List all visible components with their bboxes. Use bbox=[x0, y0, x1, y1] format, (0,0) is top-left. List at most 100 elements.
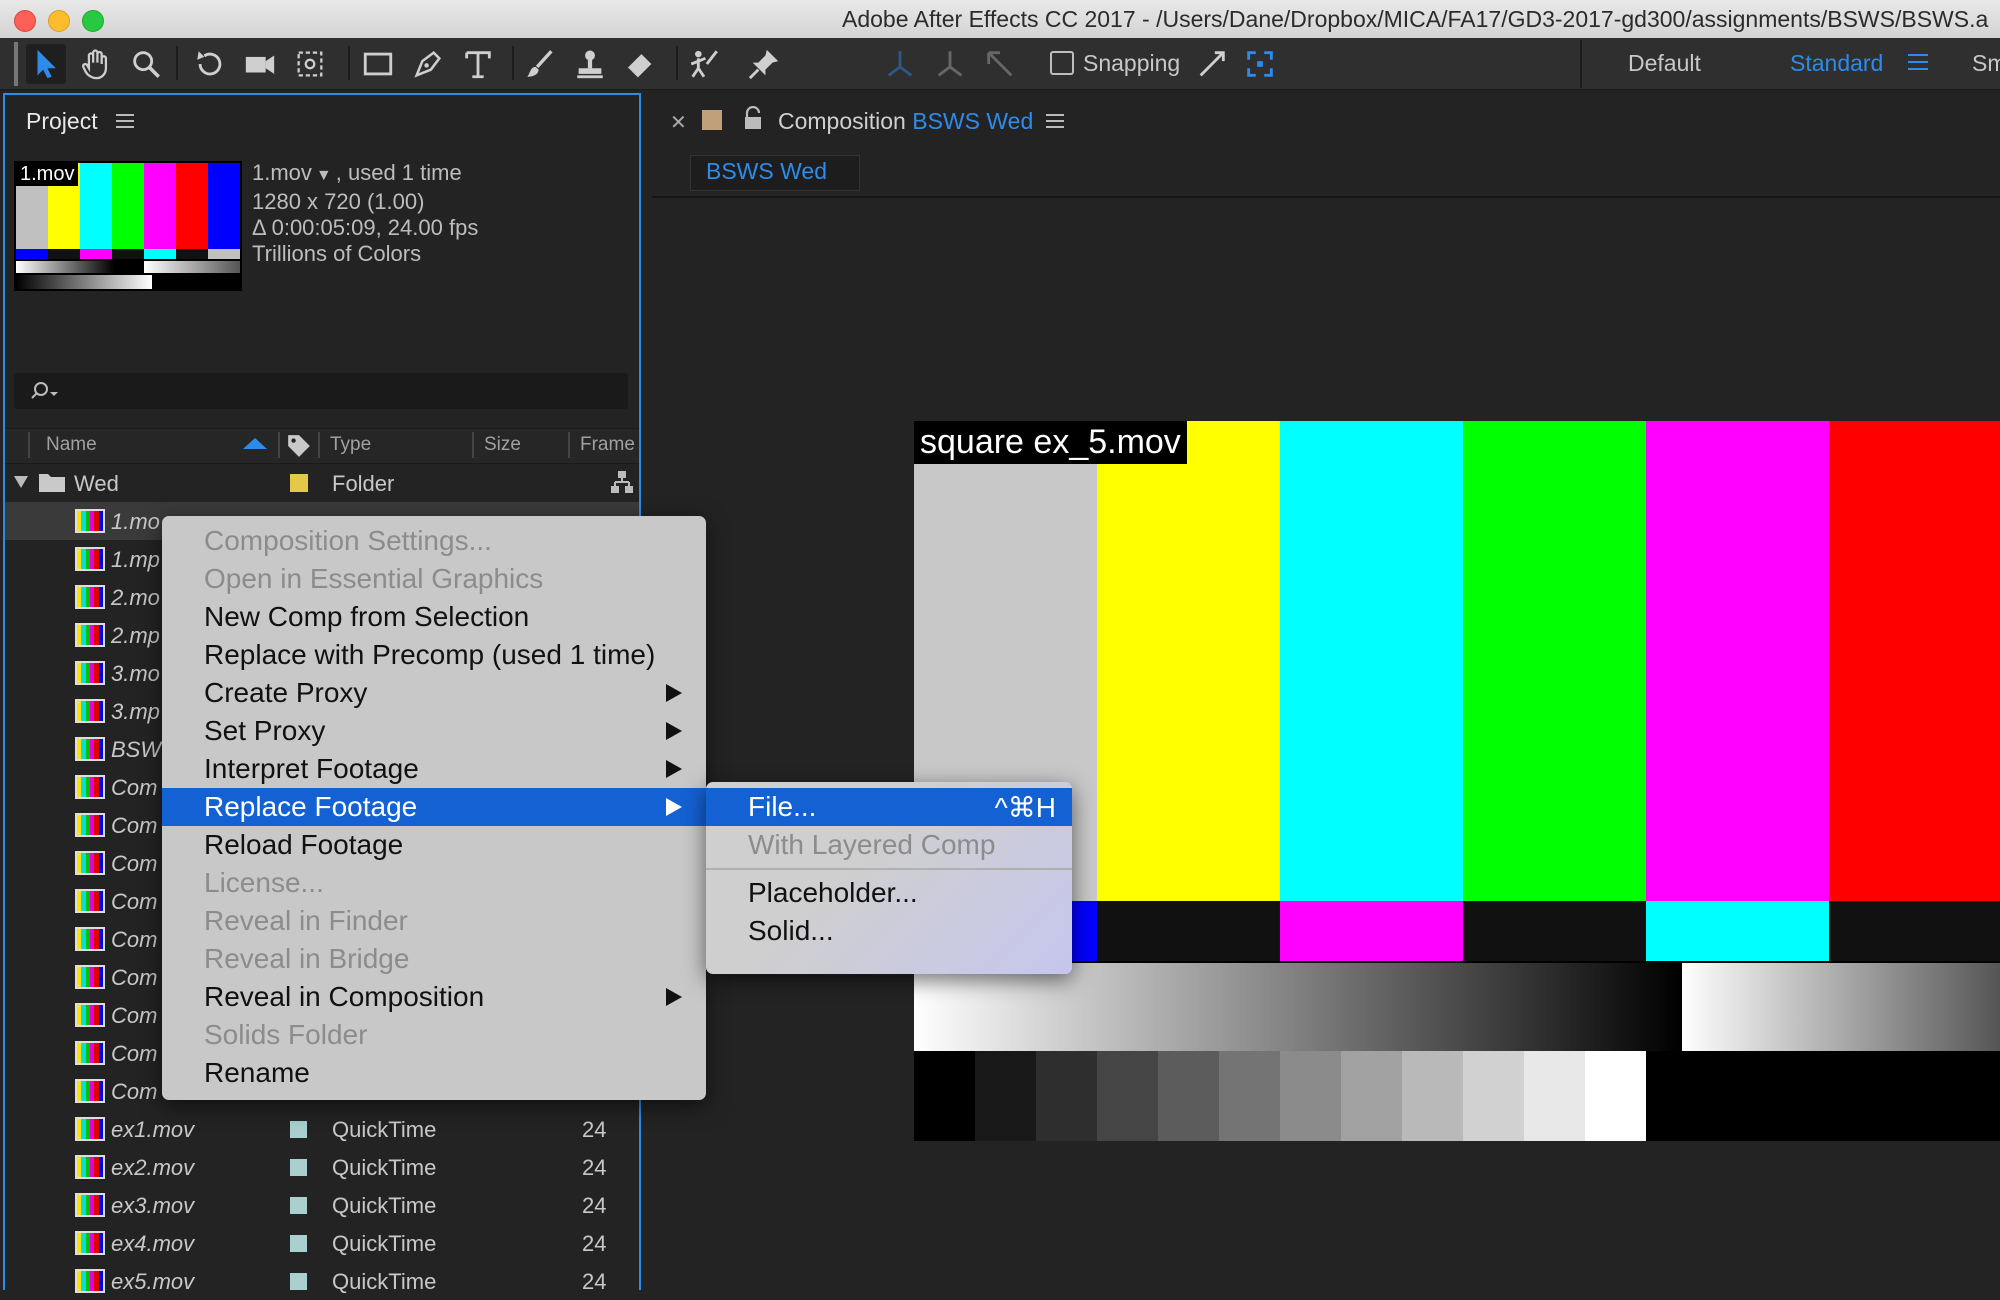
column-divider bbox=[318, 432, 320, 458]
context-menu-item: Reveal in Bridge bbox=[162, 940, 706, 978]
close-window-button[interactable] bbox=[14, 10, 36, 32]
context-menu-item[interactable]: Replace with Precomp (used 1 time) bbox=[162, 636, 706, 674]
project-item-row[interactable]: ex4.mov QuickTime 24 bbox=[5, 1224, 639, 1262]
folder-label-color[interactable] bbox=[290, 474, 308, 492]
label-tag-icon[interactable] bbox=[286, 433, 312, 459]
column-frame[interactable]: Frame bbox=[580, 434, 635, 456]
snapping-checkbox[interactable] bbox=[1050, 51, 1074, 75]
hand-tool-icon[interactable] bbox=[76, 44, 116, 84]
item-label-color[interactable] bbox=[290, 1121, 307, 1138]
rotation-tool-icon[interactable] bbox=[190, 44, 230, 84]
menu-item-label: With Layered Comp bbox=[748, 829, 996, 860]
context-menu-item[interactable]: Rename bbox=[162, 1054, 706, 1092]
window-title: Adobe After Effects CC 2017 - /Users/Dan… bbox=[842, 6, 1989, 32]
flowchart-icon[interactable] bbox=[610, 470, 634, 494]
item-label-color[interactable] bbox=[290, 1197, 307, 1214]
item-name: ex2.mov bbox=[111, 1155, 195, 1180]
footage-icon bbox=[75, 1041, 105, 1065]
context-menu-item[interactable]: Reveal in Composition bbox=[162, 978, 706, 1016]
menu-item-label: Rename bbox=[204, 1057, 310, 1088]
type-tool-icon[interactable] bbox=[458, 44, 498, 84]
disclosure-triangle-icon[interactable] bbox=[14, 476, 28, 488]
pan-behind-tool-icon[interactable] bbox=[290, 44, 330, 84]
project-item-row[interactable]: ex5.mov QuickTime 24 bbox=[5, 1262, 639, 1300]
menu-item-label: Create Proxy bbox=[204, 677, 368, 708]
composition-viewer[interactable] bbox=[914, 421, 2000, 1141]
project-search-input[interactable] bbox=[14, 373, 628, 409]
menu-item-label: Reveal in Composition bbox=[204, 981, 485, 1012]
context-menu-item[interactable]: Create Proxy bbox=[162, 674, 706, 712]
menu-item-label: New Comp from Selection bbox=[204, 601, 530, 632]
rectangle-tool-icon[interactable] bbox=[358, 44, 398, 84]
workspace-menu-icon[interactable] bbox=[1908, 54, 1928, 70]
pen-tool-icon[interactable] bbox=[408, 44, 448, 84]
submenu-item[interactable]: Placeholder... bbox=[706, 874, 1072, 912]
view-axis-mode-icon[interactable] bbox=[980, 44, 1020, 84]
context-menu-item[interactable]: New Comp from Selection bbox=[162, 598, 706, 636]
footage-icon bbox=[75, 927, 105, 951]
toolbar-separator bbox=[176, 46, 178, 80]
panel-menu-icon[interactable] bbox=[116, 114, 134, 128]
column-name[interactable]: Name bbox=[46, 434, 97, 456]
footage-icon bbox=[75, 585, 105, 609]
item-name: 1.mp bbox=[111, 547, 160, 572]
item-name: ex5.mov bbox=[111, 1269, 195, 1294]
close-panel-icon[interactable]: ✕ bbox=[670, 110, 687, 135]
submenu-item[interactable]: File... ^⌘H bbox=[706, 788, 1072, 826]
column-size[interactable]: Size bbox=[484, 434, 521, 456]
column-divider bbox=[472, 432, 474, 458]
workspace-standard[interactable]: Standard bbox=[1790, 50, 1883, 77]
submenu-arrow-icon bbox=[666, 798, 682, 816]
item-name: Com bbox=[111, 851, 158, 876]
puppet-pin-tool-icon[interactable] bbox=[744, 44, 784, 84]
zoom-tool-icon[interactable] bbox=[126, 44, 166, 84]
footage-usage-dropdown-icon[interactable]: ▼ bbox=[316, 167, 332, 184]
selection-tool-icon[interactable] bbox=[26, 44, 66, 84]
menu-item-label: Reveal in Bridge bbox=[204, 943, 410, 974]
footage-icon bbox=[75, 509, 105, 533]
footage-icon bbox=[75, 1155, 105, 1179]
item-name: 3.mo bbox=[111, 661, 160, 686]
project-item-row[interactable]: ex2.mov QuickTime 24 bbox=[5, 1148, 639, 1186]
item-label-color[interactable] bbox=[290, 1273, 307, 1290]
roto-brush-tool-icon[interactable] bbox=[684, 44, 724, 84]
menu-item-label: Solids Folder bbox=[204, 1019, 368, 1050]
footage-icon bbox=[75, 623, 105, 647]
footage-icon bbox=[75, 547, 105, 571]
clone-stamp-tool-icon[interactable] bbox=[570, 44, 610, 84]
project-item-row[interactable]: ex3.mov QuickTime 24 bbox=[5, 1186, 639, 1224]
context-menu-item[interactable]: Replace Footage bbox=[162, 788, 706, 826]
item-label-color[interactable] bbox=[290, 1235, 307, 1252]
sort-ascending-icon[interactable] bbox=[243, 438, 267, 449]
camera-tool-icon[interactable] bbox=[240, 44, 280, 84]
snap-edges-icon[interactable] bbox=[1192, 44, 1232, 84]
search-icon[interactable] bbox=[28, 380, 60, 402]
footage-usage: , used 1 time bbox=[335, 160, 462, 185]
zoom-window-button[interactable] bbox=[82, 10, 104, 32]
column-type[interactable]: Type bbox=[330, 434, 371, 456]
eraser-tool-icon[interactable] bbox=[620, 44, 660, 84]
context-menu-item[interactable]: Set Proxy bbox=[162, 712, 706, 750]
lock-icon[interactable] bbox=[742, 105, 764, 132]
menu-item-label: Set Proxy bbox=[204, 715, 326, 746]
item-label-color[interactable] bbox=[290, 1159, 307, 1176]
local-axis-mode-icon[interactable] bbox=[880, 44, 920, 84]
panel-menu-icon[interactable] bbox=[1046, 114, 1064, 128]
world-axis-mode-icon[interactable] bbox=[930, 44, 970, 84]
context-menu-item[interactable]: Interpret Footage bbox=[162, 750, 706, 788]
item-frame-rate: 24 bbox=[582, 1155, 607, 1180]
context-menu-item[interactable]: Reload Footage bbox=[162, 826, 706, 864]
project-item-row[interactable]: ex1.mov QuickTime 24 bbox=[5, 1110, 639, 1148]
project-panel-title: Project bbox=[26, 108, 98, 134]
item-name: ex4.mov bbox=[111, 1231, 195, 1256]
submenu-item[interactable]: Solid... bbox=[706, 912, 1072, 950]
item-name: 3.mp bbox=[111, 699, 160, 724]
workspace-default[interactable]: Default bbox=[1628, 50, 1701, 77]
snap-features-icon[interactable] bbox=[1240, 44, 1280, 84]
brush-tool-icon[interactable] bbox=[520, 44, 560, 84]
workspace-small[interactable]: Sm bbox=[1972, 50, 2000, 77]
submenu-arrow-icon bbox=[666, 760, 682, 778]
comp-label-color[interactable] bbox=[702, 110, 722, 130]
minimize-window-button[interactable] bbox=[48, 10, 70, 32]
item-name: ex3.mov bbox=[111, 1193, 195, 1218]
